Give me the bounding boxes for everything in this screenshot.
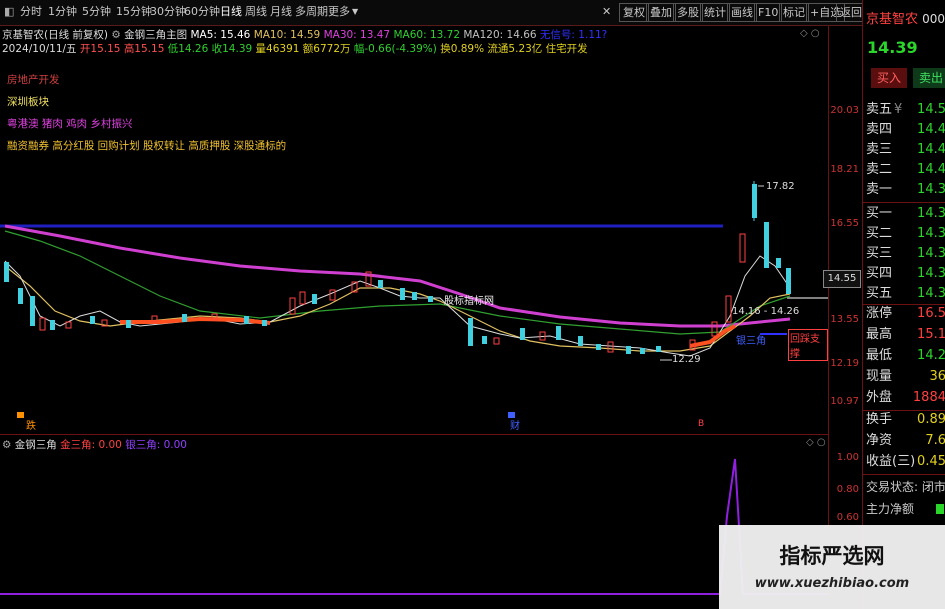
price-tick: 13.55 <box>830 314 859 325</box>
stat-row: 收益(三) 0.45 <box>866 454 945 469</box>
bid-row: 买一 14.3 <box>866 206 945 221</box>
peak-label: 17.82 <box>766 181 795 192</box>
watermark-overlay: 指标严选网 www.xuezhibiao.com <box>719 525 945 609</box>
event-marker-box <box>17 412 24 418</box>
ma60-line <box>4 230 791 335</box>
main-net-label: 主力净额 <box>866 499 945 519</box>
draw-line-button[interactable]: 画线 <box>727 3 757 22</box>
price-tick: 16.55 <box>830 218 859 229</box>
multi-stock-button[interactable]: 多股 <box>673 3 703 22</box>
bid-row: 买三 14.3 <box>866 246 945 261</box>
period-tab[interactable]: 多周期 <box>293 3 330 21</box>
stat-row: 外盘 1884 <box>866 390 945 405</box>
watermark-title: 指标严选网 <box>779 544 885 568</box>
period-tab[interactable]: 1分钟 <box>46 3 79 21</box>
silver-triangle-value: 银三角: 0.00 <box>125 439 187 451</box>
stat-row: 换手 0.89 <box>866 412 945 427</box>
event-marker-mid[interactable]: 财 <box>510 417 520 432</box>
stat-row: 涨停 16.5 <box>866 306 945 321</box>
stat-row: 净资 7.6 <box>866 433 945 448</box>
sub-signal-line <box>0 458 828 595</box>
mid-watermark: 股标指标网 <box>444 296 494 307</box>
fuquan-button[interactable]: 复权 <box>619 3 649 22</box>
mark-button[interactable]: 标记 <box>779 3 809 22</box>
panel-divider <box>0 434 828 435</box>
event-marker-right[interactable]: B <box>698 419 704 429</box>
candles <box>4 181 791 354</box>
sub-axis-tick: 0.80 <box>836 484 859 495</box>
ma30-line <box>4 224 791 328</box>
event-marker-left[interactable]: 跌 <box>26 417 36 432</box>
ask-row: 卖一 14.3 <box>866 182 945 197</box>
kline-svg <box>0 181 828 595</box>
price-tick: 20.03 <box>830 105 859 116</box>
stat-row: 最高 15.1 <box>866 327 945 342</box>
period-toolbar: ◧ 分时 1分钟 5分钟 15分钟 30分钟 60分钟 日线 周线 月线 多周期… <box>0 0 945 26</box>
buy-button[interactable]: 买入 <box>871 68 907 88</box>
sub-axis-tick: 1.00 <box>836 452 859 463</box>
period-tab[interactable]: 60分钟 <box>182 3 222 21</box>
sub-axis-tick: 0.60 <box>836 512 859 523</box>
sell-button[interactable]: 卖出 <box>913 68 945 88</box>
stat-row: 现量 36 <box>866 369 945 384</box>
price-tick: 10.97 <box>830 396 859 407</box>
stats-button[interactable]: 统计 <box>700 3 730 22</box>
book-divider <box>863 202 945 203</box>
sub-panel-header: ⚙ 金钢三角 金三角: 0.00 银三角: 0.00 <box>2 437 187 452</box>
last-price: 14.39 <box>867 38 918 57</box>
overlay-button[interactable]: 叠加 <box>646 3 676 22</box>
period-tab[interactable]: 月线 <box>268 3 294 21</box>
ask-row: 卖五 ¥14.5 <box>866 102 945 117</box>
net-bar <box>936 504 944 514</box>
triangle-label: 银三角 <box>736 336 766 347</box>
current-price-tag: 14.55 <box>823 270 861 288</box>
bid-row: 买四 14.3 <box>866 266 945 281</box>
cross-label: 14.16 - 14.26 <box>732 306 800 317</box>
ask-row: 卖二 14.4 <box>866 162 945 177</box>
period-tab-selected[interactable]: 日线 <box>218 3 244 21</box>
period-tab-more[interactable]: 更多 <box>326 3 352 21</box>
quote-panel: 京基智农 00000 14.39 买入 卖出 卖五¥14.5 卖四14.4 卖三… <box>862 0 945 609</box>
price-axis: 20.03 18.21 16.55 13.55 12.19 10.97 14.5… <box>823 26 863 609</box>
kline-chart-area[interactable]: 京基智农(日线 前复权) ⚙ 金钢三角主图 MA5: 15.46 MA10: 1… <box>0 26 828 609</box>
close-icon[interactable]: ✕ <box>600 3 613 21</box>
collapse-icon[interactable]: ◧ <box>2 3 16 21</box>
period-tab[interactable]: 分时 <box>18 3 44 21</box>
trade-status: 交易状态: 闭市 <box>866 480 945 494</box>
ask-row: 卖四 14.4 <box>866 122 945 137</box>
sub-panel-icons[interactable]: ◇ ○ <box>806 437 826 448</box>
chevron-down-icon[interactable]: ▼ <box>350 3 360 21</box>
gold-triangle-value: 金三角: 0.00 <box>60 439 122 451</box>
bid-row: 买二 14.3 <box>866 226 945 241</box>
bid-row: 买五 14.3 <box>866 286 945 301</box>
stat-row: 最低 14.2 <box>866 348 945 363</box>
period-tab[interactable]: 周线 <box>243 3 269 21</box>
sub-settings-icon[interactable]: ⚙ <box>2 439 15 451</box>
stock-name: 京基智农 <box>866 12 919 27</box>
ask-row: 卖三 14.4 <box>866 142 945 157</box>
price-tick: 18.21 <box>830 164 859 175</box>
low-label: 12.29 <box>672 354 701 365</box>
watermark-url: www.xuezhibiao.com <box>754 576 910 591</box>
return-support-label: 回踩支撑 <box>788 329 828 361</box>
period-tab[interactable]: 5分钟 <box>80 3 113 21</box>
stock-code: 00000 <box>922 12 945 26</box>
price-tick: 12.19 <box>830 358 859 369</box>
sub-panel-title[interactable]: 金钢三角 <box>15 439 57 451</box>
